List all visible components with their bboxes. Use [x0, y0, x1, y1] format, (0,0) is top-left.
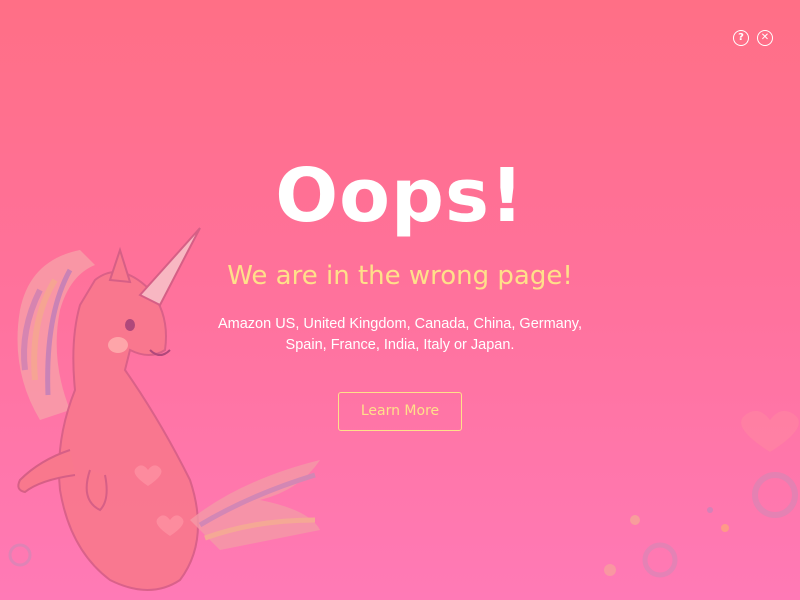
- window-controls: ? ✕: [733, 30, 773, 46]
- page-title: Oops!: [275, 153, 525, 239]
- page-subtitle: We are in the wrong page!: [227, 261, 573, 291]
- close-icon[interactable]: ✕: [757, 30, 773, 46]
- description-line-2: Spain, France, India, Italy or Japan.: [285, 337, 515, 353]
- unicorn-tail: [190, 460, 320, 550]
- description-text: Amazon US, United Kingdom, Canada, China…: [200, 314, 600, 356]
- error-message-panel: Oops! We are in the wrong page! Amazon U…: [0, 150, 800, 431]
- help-icon[interactable]: ?: [733, 30, 749, 46]
- description-line-1: Amazon US, United Kingdom, Canada, China…: [217, 316, 583, 332]
- learn-more-button[interactable]: Learn More: [337, 392, 463, 431]
